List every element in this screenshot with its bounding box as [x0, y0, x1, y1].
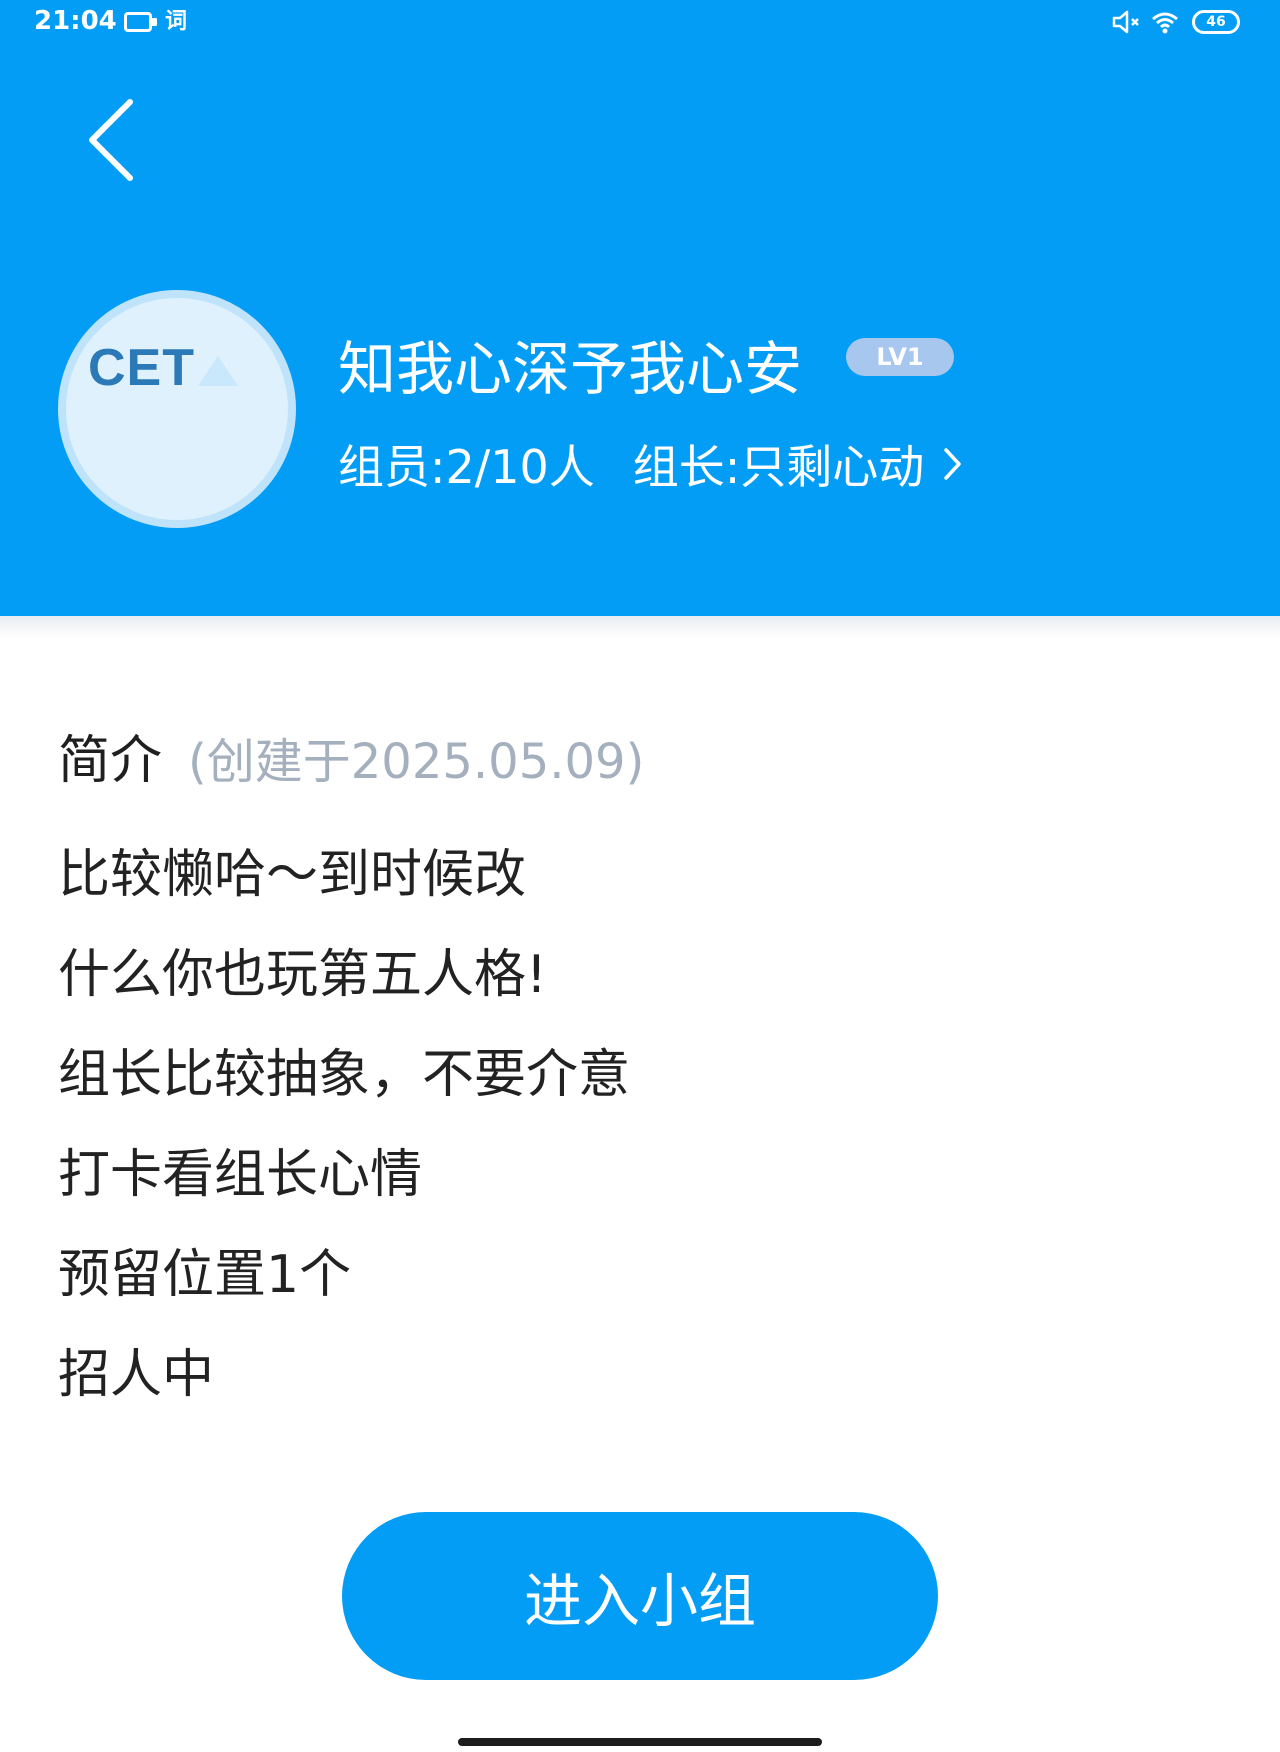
intro-line: 组长比较抽象，不要介意 [58, 1045, 631, 1105]
chevron-right-icon [944, 448, 962, 480]
member-count: 组员:2/10人 [338, 440, 595, 494]
mute-icon [1112, 10, 1139, 34]
intro-line: 比较懒哈～到时候改 [58, 845, 527, 905]
avatar-decoration [198, 356, 238, 386]
enter-group-button[interactable]: 进入小组 [342, 1512, 938, 1680]
level-badge: LV1 [846, 338, 954, 376]
status-time: 21:04 [34, 6, 117, 36]
chevron-left-icon [89, 99, 133, 181]
group-avatar: CET [58, 290, 296, 528]
status-bar: 21:04 词 46 [0, 0, 1280, 46]
intro-line: 招人中 [58, 1345, 215, 1405]
intro-line: 打卡看组长心情 [58, 1145, 423, 1205]
battery-icon: 46 [1192, 10, 1240, 34]
intro-heading: 简介 (创建于2025.05.09) [58, 718, 644, 791]
wifi-icon [1152, 12, 1178, 34]
avatar-label: CET [88, 339, 195, 397]
created-date: (创建于2025.05.09) [188, 734, 645, 790]
group-name: 知我心深予我心安 [338, 335, 803, 403]
intro-title: 简介 [58, 731, 163, 791]
back-button[interactable] [78, 96, 148, 184]
intro-line: 什么你也玩第五人格! [58, 945, 547, 1005]
leader-link[interactable]: 组长:只剩心动 [633, 431, 965, 497]
home-indicator[interactable] [458, 1738, 822, 1746]
intro-text: 比较懒哈～到时候改 什么你也玩第五人格! 组长比较抽象，不要介意 打卡看组长心情… [58, 842, 1218, 1442]
intro-line: 预留位置1个 [58, 1245, 352, 1305]
header-divider [0, 616, 1280, 638]
word-app-icon: 词 [164, 9, 187, 34]
leader-name: 组长:只剩心动 [632, 440, 925, 494]
screen-record-icon [124, 12, 157, 32]
group-meta: 组员:2/10人 组长:只剩心动 [338, 434, 964, 494]
